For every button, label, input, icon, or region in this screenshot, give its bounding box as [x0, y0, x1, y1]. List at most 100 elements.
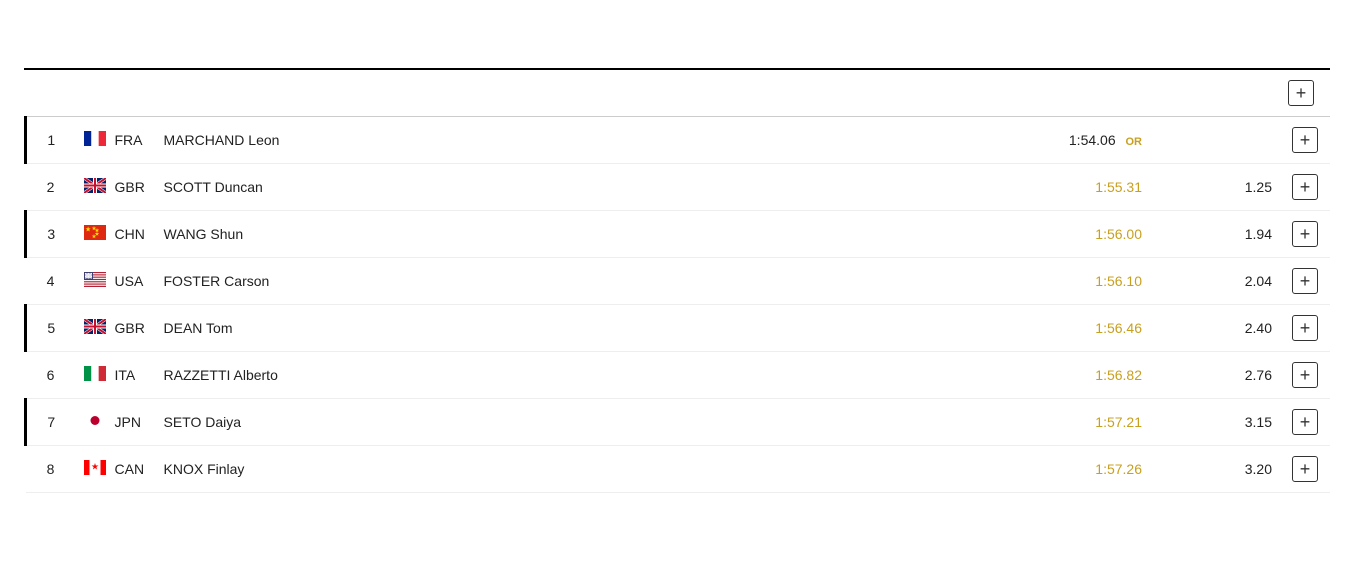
name-cell: FOSTER Carson	[156, 258, 1031, 305]
time-cell: 1:57.21	[1030, 399, 1150, 446]
expand-row-button[interactable]: +	[1292, 362, 1318, 388]
table-header-row: +	[26, 70, 1331, 117]
rank-cell: 3	[26, 211, 76, 258]
action-cell: +	[1280, 446, 1330, 493]
timebehind-cell: 3.20	[1150, 446, 1280, 493]
noc-code: GBR	[115, 320, 145, 336]
table-row: 5 GBR DEAN Tom1:56.462.40+	[26, 305, 1331, 352]
action-cell: +	[1280, 211, 1330, 258]
col-rank	[26, 70, 76, 117]
time-cell: 1:57.26	[1030, 446, 1150, 493]
rank-cell: 1	[26, 117, 76, 164]
rank-cell: 2	[26, 164, 76, 211]
noc-flag: GBR	[84, 319, 145, 337]
table-row: 7 JPN SETO Daiya 1:57.21 3.15 +	[26, 399, 1331, 446]
time-cell: 1:56.46	[1030, 305, 1150, 352]
or-badge: OR	[1126, 136, 1143, 148]
timebehind-cell: 3.15	[1150, 399, 1280, 446]
flag-icon	[84, 319, 106, 337]
action-cell: +	[1280, 352, 1330, 399]
col-name	[156, 70, 1031, 117]
time-value: 1:56.82	[1095, 367, 1142, 383]
table-row: 6 ITA RAZZETTI Alberto1:56.822.76+	[26, 352, 1331, 399]
noc-flag: CAN	[84, 460, 145, 478]
flag-icon	[84, 413, 106, 431]
flag-icon	[84, 366, 106, 384]
table-row: 2 GBR SCOTT Duncan 1:55.31 1.25 +	[26, 164, 1331, 211]
action-cell: +	[1280, 164, 1330, 211]
noc-code: ITA	[115, 367, 136, 383]
timebehind-cell: 2.04	[1150, 258, 1280, 305]
name-cell: KNOX Finlay	[156, 446, 1031, 493]
col-noc	[76, 70, 156, 117]
name-cell: SETO Daiya	[156, 399, 1031, 446]
time-cell: 1:56.00	[1030, 211, 1150, 258]
table-row: 1 FRA MARCHAND Leon1:54.06 OR+	[26, 117, 1331, 164]
timebehind-cell	[1150, 117, 1280, 164]
noc-cell: USA	[76, 258, 156, 305]
flag-icon	[84, 178, 106, 196]
expand-row-button[interactable]: +	[1292, 174, 1318, 200]
action-cell: +	[1280, 399, 1330, 446]
noc-cell: FRA	[76, 117, 156, 164]
name-cell: DEAN Tom	[156, 305, 1031, 352]
time-cell: 1:56.82	[1030, 352, 1150, 399]
noc-cell: CHN	[76, 211, 156, 258]
time-value: 1:57.21	[1095, 414, 1142, 430]
expand-row-button[interactable]: +	[1292, 456, 1318, 482]
noc-code: CHN	[115, 226, 145, 242]
noc-cell: JPN	[76, 399, 156, 446]
expand-all-button[interactable]: +	[1288, 80, 1314, 106]
expand-row-button[interactable]: +	[1292, 268, 1318, 294]
time-cell: 1:54.06 OR	[1030, 117, 1150, 164]
col-time	[1030, 70, 1150, 117]
noc-flag: CHN	[84, 225, 145, 243]
time-cell: 1:56.10	[1030, 258, 1150, 305]
time-value: 1:54.06	[1069, 132, 1116, 148]
name-cell: SCOTT Duncan	[156, 164, 1031, 211]
timebehind-cell: 2.76	[1150, 352, 1280, 399]
time-value: 1:55.31	[1095, 179, 1142, 195]
flag-icon	[84, 131, 106, 149]
name-cell: WANG Shun	[156, 211, 1031, 258]
flag-icon	[84, 225, 106, 243]
noc-code: FRA	[115, 132, 143, 148]
action-cell: +	[1280, 117, 1330, 164]
noc-flag: USA	[84, 272, 144, 290]
noc-code: JPN	[115, 414, 141, 430]
time-cell: 1:55.31	[1030, 164, 1150, 211]
final-header	[24, 48, 1330, 70]
timebehind-cell: 1.94	[1150, 211, 1280, 258]
time-value: 1:57.26	[1095, 461, 1142, 477]
flag-icon	[84, 460, 106, 478]
time-value: 1:56.10	[1095, 273, 1142, 289]
expand-row-button[interactable]: +	[1292, 409, 1318, 435]
rank-cell: 5	[26, 305, 76, 352]
expand-row-button[interactable]: +	[1292, 221, 1318, 247]
page: + 1 FRA MARCHAND Leon1:54.06 OR+2	[0, 0, 1354, 579]
rank-cell: 6	[26, 352, 76, 399]
noc-code: USA	[115, 273, 144, 289]
rank-cell: 4	[26, 258, 76, 305]
table-row: 3 CHN WANG Shun 1:56.00 1.94 +	[26, 211, 1331, 258]
table-row: 4	[26, 258, 1331, 305]
table-row: 8 CAN KNOX Finlay 1:57.26 3.20 +	[26, 446, 1331, 493]
noc-cell: ITA	[76, 352, 156, 399]
results-table: + 1 FRA MARCHAND Leon1:54.06 OR+2	[24, 70, 1330, 493]
noc-code: GBR	[115, 179, 145, 195]
flag-icon	[84, 272, 106, 290]
expand-row-button[interactable]: +	[1292, 315, 1318, 341]
time-value: 1:56.00	[1095, 226, 1142, 242]
time-value: 1:56.46	[1095, 320, 1142, 336]
noc-code: CAN	[115, 461, 145, 477]
timebehind-cell: 1.25	[1150, 164, 1280, 211]
rank-cell: 8	[26, 446, 76, 493]
noc-cell: GBR	[76, 305, 156, 352]
noc-flag: GBR	[84, 178, 145, 196]
col-timebehind	[1150, 70, 1280, 117]
expand-row-button[interactable]: +	[1292, 127, 1318, 153]
noc-flag: FRA	[84, 131, 143, 149]
noc-flag: JPN	[84, 413, 141, 431]
col-action: +	[1280, 70, 1330, 117]
rank-cell: 7	[26, 399, 76, 446]
